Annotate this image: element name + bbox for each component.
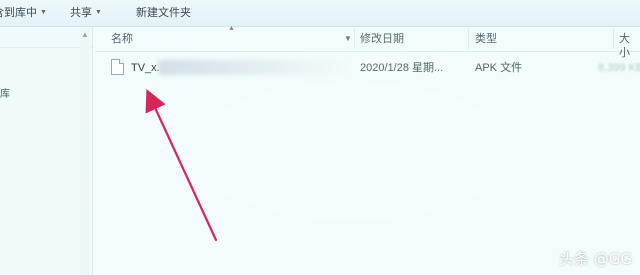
column-header-size[interactable]: 大小: [619, 32, 640, 59]
nav-item-label: 库: [0, 89, 10, 100]
new-folder-button[interactable]: 新建文件夹: [136, 4, 191, 22]
nav-item-library[interactable]: 库: [0, 85, 10, 100]
column-divider[interactable]: [468, 29, 469, 49]
file-size: 8,399 KB: [598, 62, 640, 74]
include-in-library-button[interactable]: 包含到库中 ▼: [0, 4, 47, 22]
chevron-down-icon: ▼: [40, 9, 47, 16]
share-button[interactable]: 共享 ▼: [70, 4, 102, 22]
file-date-modified: 2020/1/28 星期...: [360, 62, 444, 74]
column-header-type[interactable]: 类型: [475, 32, 497, 46]
file-type: APK 文件: [475, 62, 523, 74]
file-icon: [111, 59, 124, 75]
scroll-up-icon[interactable]: ▲: [81, 30, 89, 39]
column-header-type-label: 类型: [475, 33, 497, 45]
column-header-date[interactable]: 修改日期: [360, 32, 404, 46]
column-header-size-label: 大小: [619, 33, 630, 59]
watermark: 头条 @GG: [558, 250, 632, 268]
redacted-filename: [158, 60, 348, 75]
toolbar: 包含到库中 ▼ 共享 ▼ 新建文件夹: [0, 0, 640, 27]
chevron-down-icon: ▼: [95, 9, 102, 16]
include-in-library-label: 包含到库中: [0, 7, 37, 19]
nav-divider: [0, 47, 92, 48]
file-list: ▲ 名称 ▼ 修改日期 类型 大小 TV_x. 2020/1/28 星期... …: [95, 25, 640, 275]
column-header-date-label: 修改日期: [360, 33, 404, 45]
nav-scrollbar[interactable]: ▲: [80, 30, 90, 275]
column-header-row: ▲ 名称 ▼ 修改日期 类型 大小: [95, 25, 640, 59]
share-label: 共享: [70, 7, 92, 19]
column-divider[interactable]: [354, 29, 355, 49]
new-folder-label: 新建文件夹: [136, 7, 191, 19]
file-name: TV_x.: [131, 62, 160, 74]
column-header-name-label: 名称: [111, 33, 133, 45]
chevron-down-icon[interactable]: ▼: [344, 34, 352, 43]
sort-ascending-icon: ▲: [228, 25, 235, 32]
column-header-name[interactable]: 名称: [111, 32, 133, 46]
file-row[interactable]: TV_x. 2020/1/28 星期... APK 文件 8,399 KB: [103, 57, 640, 79]
column-divider[interactable]: [613, 29, 614, 49]
